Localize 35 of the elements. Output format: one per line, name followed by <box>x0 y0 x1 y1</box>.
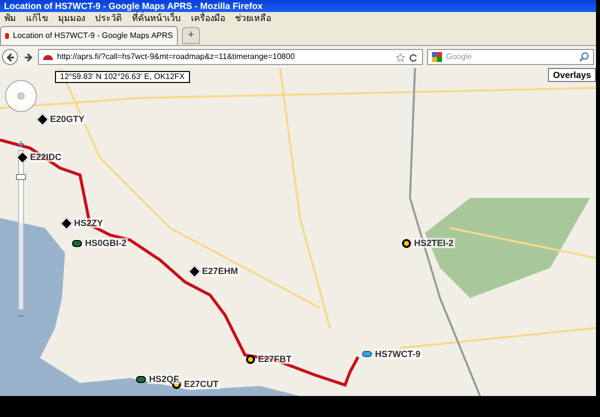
station-label[interactable]: E20GTY <box>49 114 86 124</box>
new-tab-button[interactable]: + <box>182 27 200 44</box>
menu-item[interactable]: ช่วยเหลือ <box>235 14 271 23</box>
forward-button[interactable] <box>22 51 34 63</box>
reload-icon[interactable] <box>409 52 418 62</box>
zoom-in-icon[interactable] <box>17 140 25 148</box>
search-engine-icon[interactable] <box>432 52 442 62</box>
station-label[interactable]: HS2TEI-2 <box>413 238 455 248</box>
menu-item[interactable]: มุมมอง <box>58 14 85 23</box>
overlays-button[interactable]: Overlays <box>548 68 596 82</box>
menu-item[interactable]: แก้ไข <box>26 14 48 23</box>
search-input[interactable]: Google <box>446 51 575 63</box>
station-label[interactable]: E27CUT <box>183 379 220 389</box>
search-field[interactable]: Google <box>427 49 594 65</box>
window-title: Location of HS7WCT-9 - Google Maps APRS - Mozilla Firefox <box>4 2 263 10</box>
search-icon[interactable] <box>579 52 589 62</box>
back-button[interactable] <box>2 49 18 65</box>
menu-item[interactable]: เครื่องมือ <box>191 14 225 23</box>
menu-item[interactable]: ประวัติ <box>95 14 122 23</box>
station-label[interactable]: E27FBT <box>257 354 293 364</box>
star-icon[interactable] <box>396 52 405 62</box>
address-field[interactable]: http://aprs.fi/?call=hs7wct-9&mt=roadmap&z=11&timerange=10800 <box>38 49 423 65</box>
zoom-slider-track[interactable] <box>18 150 24 310</box>
favicon-icon <box>5 33 9 39</box>
coordinates-box: 12°59.83' N 102°26.63' E, OK12FX <box>55 71 190 83</box>
station-label[interactable]: E22IDC <box>29 152 63 162</box>
forward-arrow-icon <box>24 52 32 62</box>
station-label[interactable]: HS2ZY <box>73 218 104 228</box>
station-label[interactable]: HS7WCT-9 <box>374 349 422 359</box>
menu-item[interactable]: ฟ้ม <box>4 14 16 23</box>
station-label[interactable]: E27EHM <box>201 266 240 276</box>
station-label[interactable]: HS2QF <box>148 374 180 384</box>
station-label[interactable]: HS0GBI-2 <box>84 238 128 248</box>
browser-tab[interactable]: Location of HS7WCT-9 - Google Maps APRS <box>0 26 178 45</box>
back-arrow-icon <box>6 52 14 62</box>
